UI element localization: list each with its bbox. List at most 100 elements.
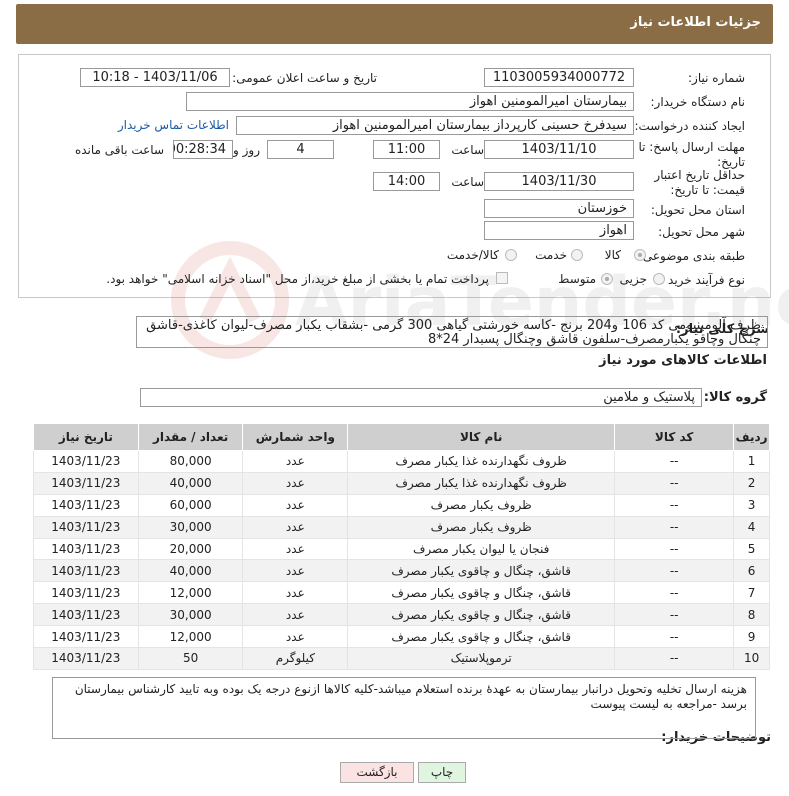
back-button[interactable]: بازگشت [340,762,414,783]
cell-item-code: -- [614,559,735,583]
cell-row-number: 7 [733,581,770,605]
deadline-time-label: ساعت [451,143,484,157]
process-option-medium: متوسط [558,272,596,286]
goods-table: ردیف کد کالا نام کالا واحد شمارش تعداد /… [33,423,770,670]
cell-row-number: 2 [733,471,770,495]
cell-need-date: 1403/11/23 [33,537,139,561]
process-radio-medium[interactable] [601,273,613,285]
col-header-item-name: نام کالا [347,423,616,451]
cell-item-code: -- [614,647,735,670]
cell-quantity: 12,000 [137,581,244,605]
buyer-org-field: بیمارستان امیرالمومنین اهواز [186,92,634,111]
cell-need-date: 1403/11/23 [33,603,139,627]
buyer-notes-field: هزینه ارسال تخلیه وتحویل درانبار بیمارست… [52,677,756,739]
table-row: 7 -- قاشق، چنگال و چاقوی یکبار مصرف عدد 12,0… [33,581,770,605]
col-header-need-date: تاریخ نیاز [33,423,139,451]
cell-item-code: -- [614,450,735,473]
cell-item-name: قاشق، چنگال و چاقوی یکبار مصرف [347,581,616,605]
announce-label: تاریخ و ساعت اعلان عمومی: [232,71,377,85]
cell-item-code: -- [614,537,735,561]
table-row: 6 -- قاشق، چنگال و چاقوی یکبار مصرف عدد 40,0… [33,559,770,583]
cell-row-number: 10 [733,647,770,670]
cell-quantity: 40,000 [137,471,244,495]
category-radio-goods[interactable] [634,249,646,261]
cell-unit: عدد [242,450,349,473]
cell-quantity: 60,000 [137,493,244,517]
cell-quantity: 30,000 [137,603,244,627]
deadline-label: مهلت ارسال پاسخ: تا تاریخ: [638,140,745,169]
cell-row-number: 4 [733,515,770,539]
table-row: 4 -- ظروف یکبار مصرف عدد 30,000 1403/11/23 [33,515,770,539]
cell-unit: عدد [242,493,349,517]
goods-group-field: پلاستیک و ملامین [140,388,702,407]
cell-quantity: 40,000 [137,559,244,583]
process-label: نوع فرآیند خرید : [660,273,745,287]
cell-item-code: -- [614,493,735,517]
cell-unit: عدد [242,625,349,649]
print-button[interactable]: چاپ [418,762,466,783]
cell-item-code: -- [614,603,735,627]
cell-row-number: 6 [733,559,770,583]
cell-need-date: 1403/11/23 [33,559,139,583]
days-label: روز و [233,143,260,157]
cell-need-date: 1403/11/23 [33,581,139,605]
table-row: 3 -- ظروف یکبار مصرف عدد 60,000 1403/11/23 [33,493,770,517]
creator-field: سیدفرخ حسینی کارپرداز بیمارستان امیرالمو… [236,116,634,135]
creator-label: ایجاد کننده درخواست: [634,119,745,133]
cell-item-name: ترموپلاستیک [347,647,616,670]
cell-need-date: 1403/11/23 [33,450,139,473]
announce-field: 1403/11/06 - 10:18 [80,68,230,87]
cell-unit: کیلوگرم [242,647,349,670]
price-validity-date-field: 1403/11/30 [484,172,634,191]
cell-need-date: 1403/11/23 [33,493,139,517]
cell-item-name: ظروف یکبار مصرف [347,493,616,517]
cell-unit: عدد [242,515,349,539]
cell-item-name: قاشق، چنگال و چاقوی یکبار مصرف [347,559,616,583]
cell-item-code: -- [614,625,735,649]
cell-need-date: 1403/11/23 [33,515,139,539]
cell-unit: عدد [242,537,349,561]
page-header: جزئیات اطلاعات نیاز [16,4,773,44]
city-field: اهواز [484,221,634,240]
goods-group-label: گروه کالا: [703,390,767,405]
category-radio-service[interactable] [571,249,583,261]
cell-item-name: ظروف یکبار مصرف [347,515,616,539]
cell-quantity: 12,000 [137,625,244,649]
category-label: طبقه بندی موضوعی: [638,249,745,263]
price-validity-label: حداقل تاریخ اعتبار قیمت: تا تاریخ: [654,168,745,197]
col-header-unit: واحد شمارش [242,423,349,451]
cell-need-date: 1403/11/23 [33,647,139,670]
cell-row-number: 8 [733,603,770,627]
cell-unit: عدد [242,471,349,495]
days-field: 4 [267,140,334,159]
page-title: جزئیات اطلاعات نیاز [630,15,761,30]
table-header-row: ردیف کد کالا نام کالا واحد شمارش تعداد /… [33,423,770,451]
cell-row-number: 1 [733,450,770,473]
deadline-date-field: 1403/11/10 [484,140,634,159]
cell-item-name: فنجان یا لیوان یکبار مصرف [347,537,616,561]
cell-quantity: 20,000 [137,537,244,561]
table-row: 10 -- ترموپلاستیک کیلوگرم 50 1403/11/23 [33,647,770,670]
cell-need-date: 1403/11/23 [33,471,139,495]
cell-item-code: -- [614,581,735,605]
price-validity-time-label: ساعت [451,175,484,189]
remaining-time-field: 00:28:34 [173,140,233,159]
province-label: استان محل تحویل: [650,203,745,217]
cell-item-code: -- [614,471,735,495]
general-description-field: ظرف آلومینیومی کد 106 و204 برنج -کاسه خو… [136,316,768,348]
cell-quantity: 80,000 [137,450,244,473]
need-number-label: شماره نیاز: [688,71,745,85]
table-row: 2 -- ظروف نگهدارنده غذا یکبار مصرف عدد 40,00… [33,471,770,495]
remaining-label: ساعت باقی مانده [74,143,164,157]
process-radio-minor[interactable] [653,273,665,285]
cell-row-number: 5 [733,537,770,561]
cell-quantity: 30,000 [137,515,244,539]
cell-item-code: -- [614,515,735,539]
category-option-service: خدمت [535,248,567,262]
buyer-contact-link[interactable]: اطلاعات تماس خریدار [118,118,229,132]
category-radio-goods-service[interactable] [505,249,517,261]
price-validity-time-field: 14:00 [373,172,440,191]
treasury-payment-checkbox[interactable] [496,272,508,284]
cell-unit: عدد [242,559,349,583]
cell-need-date: 1403/11/23 [33,625,139,649]
